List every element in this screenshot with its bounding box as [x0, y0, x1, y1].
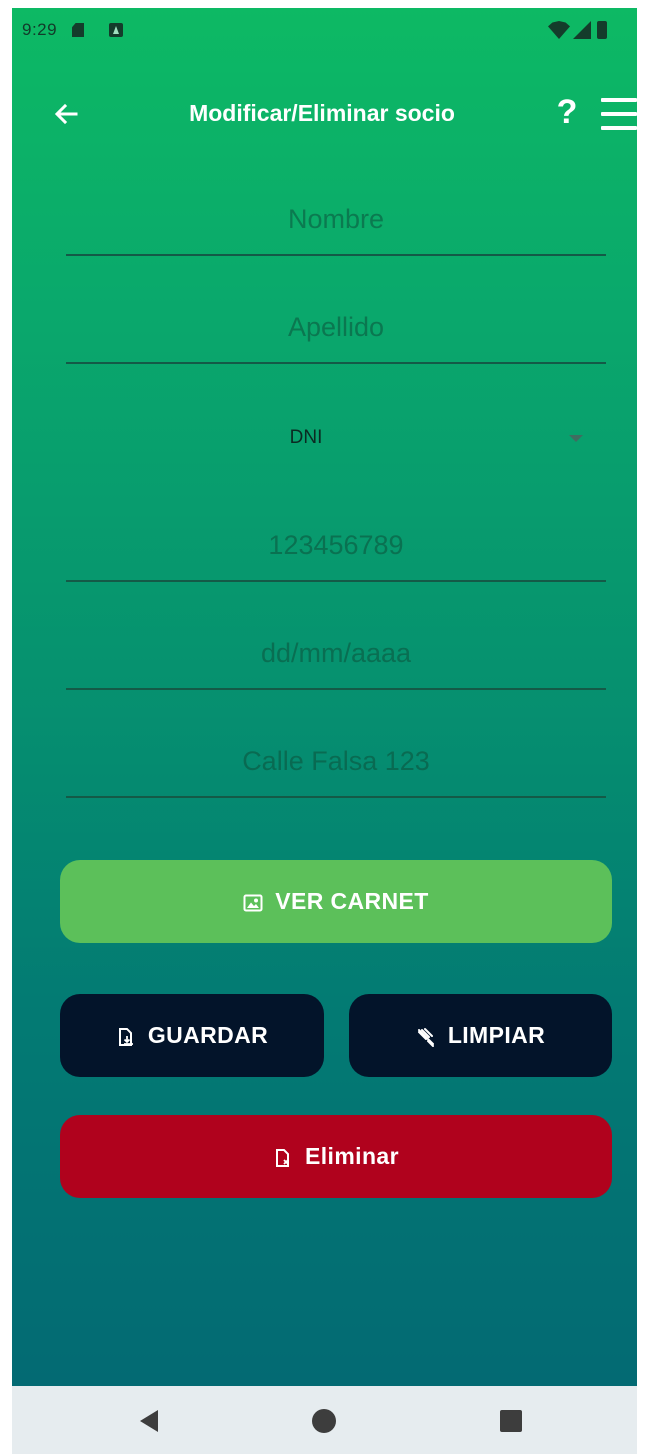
status-time: 9:29: [22, 20, 58, 39]
dropdown-caret-icon: [569, 435, 583, 442]
ver-carnet-button[interactable]: VER CARNET: [60, 860, 612, 943]
a-notification-icon: [109, 23, 123, 37]
battery-icon: [597, 21, 607, 39]
documento-underline: [66, 580, 606, 582]
guardar-label: GUARDAR: [147, 1022, 269, 1048]
app-screen: 9:29 Modificar/Eliminar socio ? Nombre A…: [12, 8, 637, 1386]
limpiar-button[interactable]: LIMPIAR: [349, 994, 612, 1077]
id-card-icon: [243, 892, 263, 912]
nav-home-icon[interactable]: [312, 1409, 336, 1433]
help-icon[interactable]: ?: [552, 90, 582, 134]
app-bar: Modificar/Eliminar socio ?: [12, 78, 637, 148]
hamburger-menu-icon[interactable]: [601, 96, 637, 132]
tipo-documento-value: DNI: [289, 427, 323, 448]
page-title: Modificar/Eliminar socio: [189, 100, 455, 126]
tipo-documento-select[interactable]: DNI: [66, 403, 606, 473]
direccion-underline: [66, 796, 606, 798]
status-bar: 9:29: [12, 8, 637, 56]
eliminar-button[interactable]: Eliminar: [60, 1115, 612, 1198]
arrow-left-icon[interactable]: [50, 98, 82, 130]
direccion-field: [66, 728, 606, 798]
signal-icon: [573, 21, 591, 39]
clear-icon: [416, 1026, 436, 1047]
documento-input[interactable]: [66, 512, 606, 578]
eliminar-label: Eliminar: [305, 1143, 399, 1169]
direccion-input[interactable]: [66, 728, 606, 794]
apellido-input[interactable]: [66, 294, 606, 360]
save-file-icon: [116, 1026, 136, 1046]
guardar-button[interactable]: GUARDAR: [60, 994, 324, 1077]
system-nav-bar: [12, 1386, 637, 1454]
apellido-field: [66, 294, 606, 364]
limpiar-label: LIMPIAR: [447, 1022, 546, 1048]
nav-recent-icon[interactable]: [500, 1410, 522, 1432]
delete-file-icon: [273, 1147, 293, 1167]
apellido-underline: [66, 362, 606, 364]
fecha-nacimiento-input[interactable]: [66, 620, 606, 686]
nombre-field: [66, 186, 606, 256]
fecha-nacimiento-underline: [66, 688, 606, 690]
sd-card-icon: [72, 23, 84, 37]
nombre-input[interactable]: [66, 186, 606, 252]
nombre-underline: [66, 254, 606, 256]
documento-field: [66, 512, 606, 582]
device-frame: 9:29 Modificar/Eliminar socio ? Nombre A…: [0, 0, 649, 1454]
wifi-icon: [548, 21, 570, 39]
fecha-nacimiento-field: [66, 620, 606, 690]
nav-back-icon[interactable]: [140, 1410, 158, 1432]
ver-carnet-label: VER CARNET: [275, 888, 429, 914]
